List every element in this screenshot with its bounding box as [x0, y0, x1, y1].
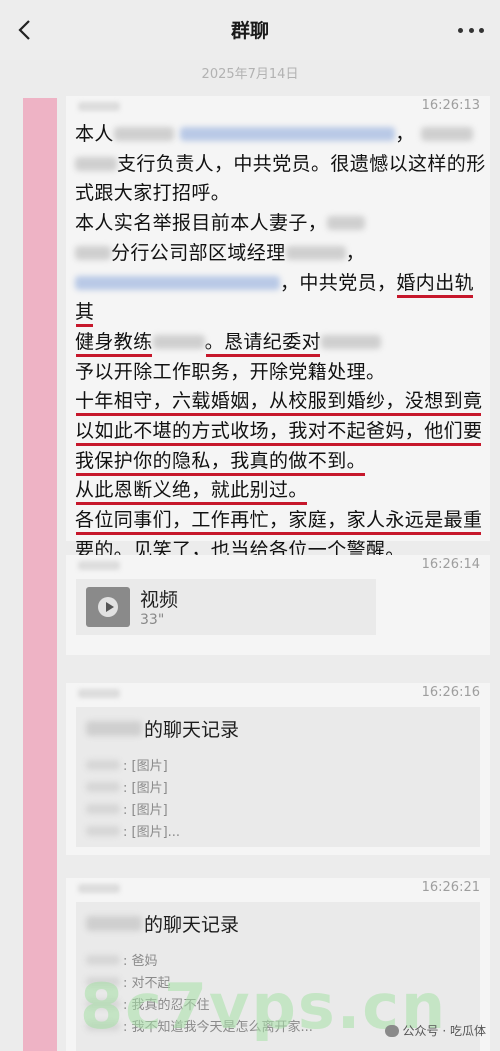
redacted-branch [75, 156, 117, 171]
message-card: 16:26:16 的聊天记录 : [图片] : [图片] : [图片] : [图… [66, 683, 490, 855]
wechat-icon [384, 1024, 399, 1037]
video-duration: 33" [140, 612, 165, 628]
chat-record-line: : [图片] [86, 755, 168, 774]
message-card: 16:26:14 视频 33" [66, 555, 490, 655]
redacted-wife-name [327, 216, 366, 231]
redacted-coach-name [152, 334, 205, 349]
redacted-branch [75, 245, 111, 260]
chat-record-line: : [图片]... [86, 821, 180, 840]
redacted-name [321, 334, 382, 349]
redacted-phone [180, 127, 396, 141]
chat-record-title: 的聊天记录 [86, 910, 239, 937]
sender-name-blurred [78, 102, 120, 111]
date-separator: 2025年7月14日 [201, 67, 299, 82]
redacted-name [285, 245, 346, 260]
redacted-phone [75, 275, 280, 290]
chat-record-line: : [图片] [86, 777, 168, 796]
chat-title: 群聊 [230, 20, 269, 42]
sender-name-blurred [78, 884, 120, 893]
sender-name-blurred [78, 561, 120, 570]
redacted-name [86, 916, 142, 931]
message-time: 16:26:14 [421, 557, 480, 572]
play-icon [98, 597, 118, 617]
chat-record-line: : [图片] [86, 799, 168, 818]
message-text[interactable]: 本人 ， 支行负责人，中共党员。很遗憾以这样的形式跟大家打招呼。 本人实名举报目… [75, 120, 490, 566]
redacted-name [86, 721, 142, 736]
redacted-name [113, 127, 174, 141]
message-time: 16:26:13 [421, 98, 480, 113]
video-attachment[interactable]: 视频 33" [76, 579, 376, 635]
message-time: 16:26:16 [421, 685, 480, 700]
video-label: 视频 [140, 589, 179, 611]
message-time: 16:26:21 [421, 880, 480, 895]
more-dots-icon[interactable] [458, 18, 484, 42]
chat-record-title: 的聊天记录 [86, 715, 239, 742]
wechat-account-mark: 公众号 · 吃瓜体 [384, 1022, 486, 1039]
sender-name-blurred [78, 689, 120, 698]
redacted-bank [421, 127, 474, 141]
chat-record-line: : 爸妈 [86, 950, 158, 969]
chat-record-attachment[interactable]: 的聊天记录 : [图片] : [图片] : [图片] : [图片]... [76, 707, 480, 847]
top-bar: 群聊 [0, 0, 500, 60]
video-thumbnail [86, 587, 130, 627]
accent-bar [23, 98, 57, 1051]
